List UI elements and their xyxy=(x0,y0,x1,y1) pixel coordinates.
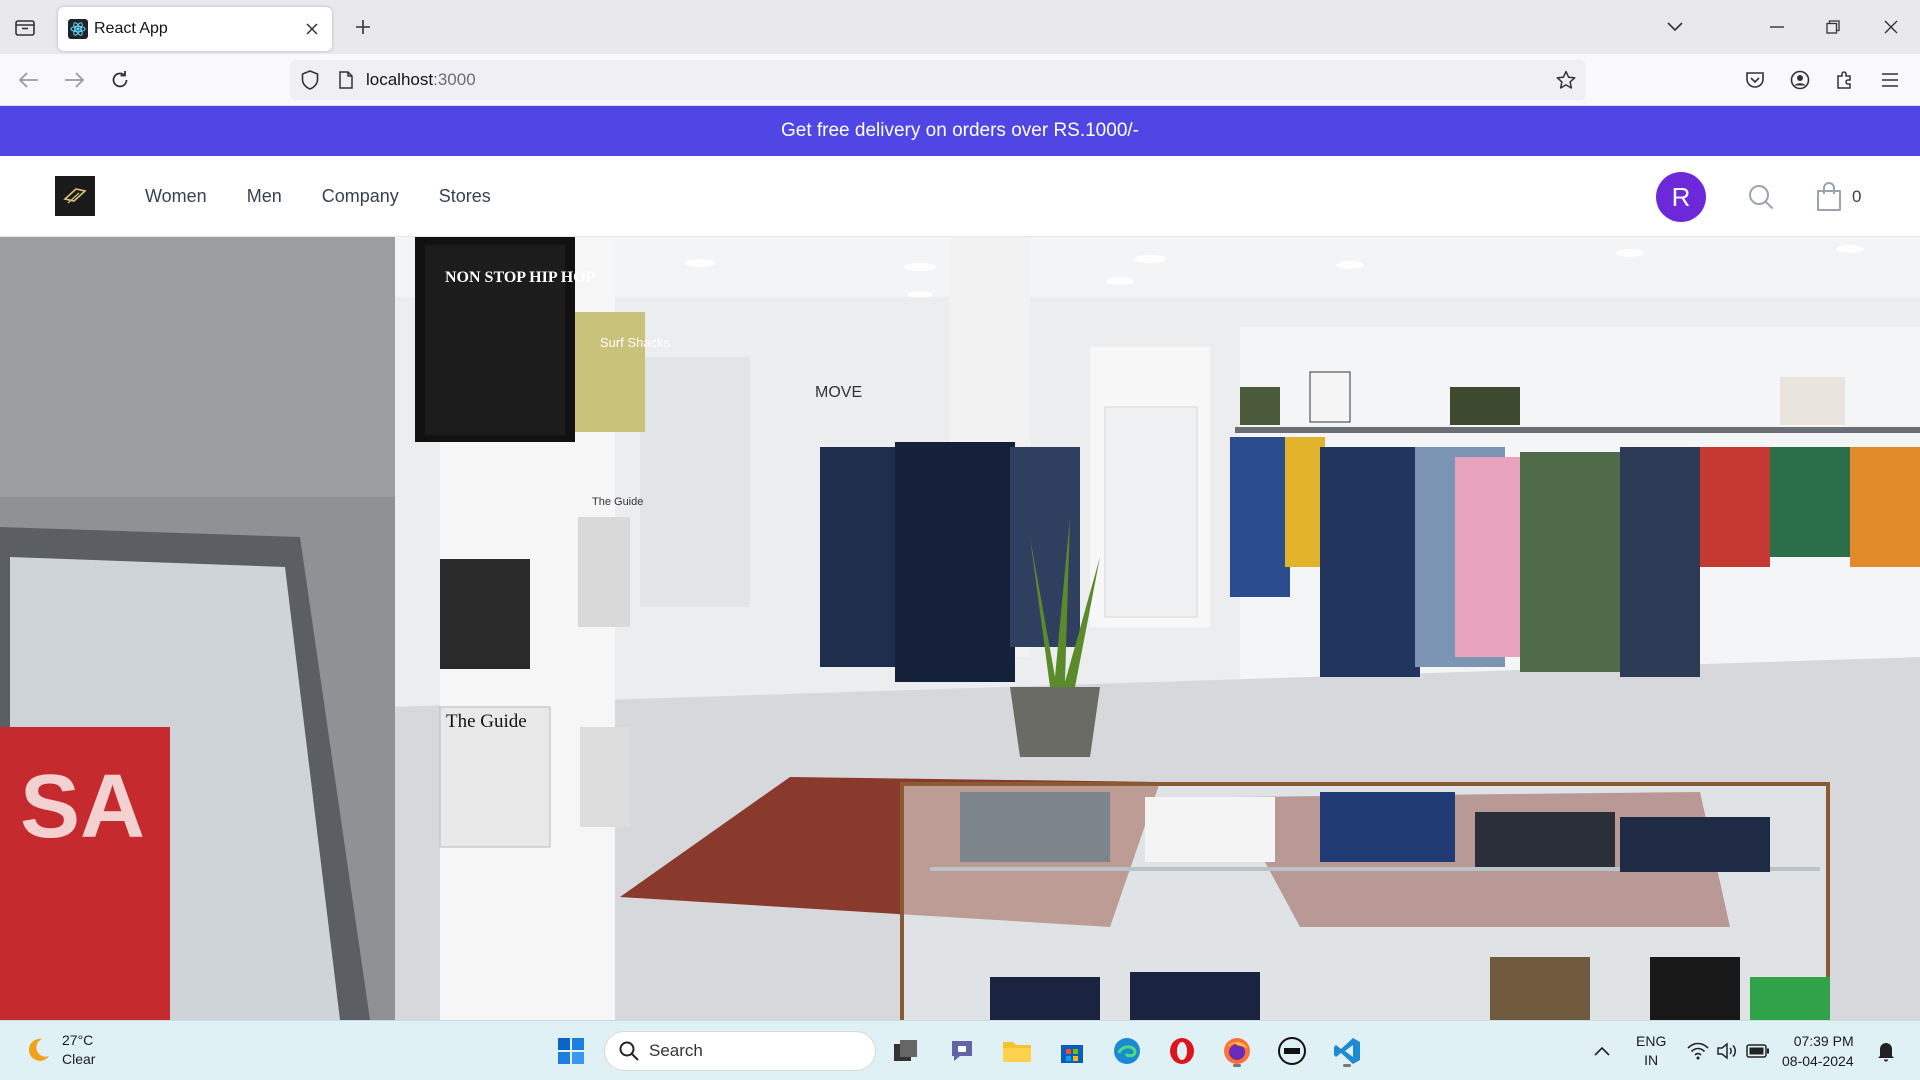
menu-hamburger-icon[interactable] xyxy=(1875,65,1905,95)
browser-tabstrip: React App xyxy=(0,0,1920,54)
sale-sign-text: SA xyxy=(20,757,145,857)
shopping-bag-icon xyxy=(1817,182,1841,211)
hero-store-image: NON STOP HIP HOP Surf Shacks The Guide T… xyxy=(0,237,1920,1020)
minimize-icon[interactable] xyxy=(1762,12,1792,42)
surf-shacks-text: Surf Shacks xyxy=(600,335,671,350)
move-sign-text: MOVE xyxy=(815,384,862,401)
weather-widget[interactable]: 27°C Clear xyxy=(24,1031,95,1069)
weather-temp: 27°C xyxy=(62,1032,94,1048)
windows-start-icon[interactable] xyxy=(553,1033,589,1069)
battery-icon[interactable] xyxy=(1740,1033,1776,1069)
user-avatar[interactable]: R xyxy=(1656,172,1706,222)
address-bar[interactable]: localhost:3000 xyxy=(290,60,1586,100)
dell-icon[interactable] xyxy=(1274,1033,1310,1069)
taskbar: 27°C Clear Search ENG IN 07:39 PM 08-04-… xyxy=(0,1020,1920,1080)
pocket-icon[interactable] xyxy=(1740,65,1770,95)
close-window-icon[interactable] xyxy=(1876,12,1906,42)
account-icon[interactable] xyxy=(1785,65,1815,95)
moon-icon xyxy=(28,1038,49,1061)
bookmark-star-icon[interactable] xyxy=(1554,68,1578,92)
tracking-shield-icon[interactable] xyxy=(298,68,322,92)
page-info-icon[interactable] xyxy=(334,68,358,92)
language-indicator[interactable]: ENG IN xyxy=(1636,1032,1666,1070)
search-icon xyxy=(619,1041,639,1061)
file-explorer-icon[interactable] xyxy=(999,1033,1035,1069)
poster-text: NON STOP HIP HOP xyxy=(445,269,596,286)
tab-close-icon[interactable] xyxy=(302,19,322,39)
list-all-tabs-chevron-icon[interactable] xyxy=(1660,12,1690,42)
clock-time: 07:39 PM xyxy=(1793,1033,1854,1049)
nav-stores[interactable]: Stores xyxy=(439,186,491,207)
show-hidden-icons-chevron-icon[interactable] xyxy=(1584,1033,1620,1069)
search-icon[interactable] xyxy=(1746,182,1776,212)
system-clock[interactable]: 07:39 PM 08-04-2024 xyxy=(1782,1031,1854,1071)
region-code: IN xyxy=(1644,1052,1659,1068)
language-code: ENG xyxy=(1636,1033,1667,1049)
promo-text: Get free delivery on orders over RS.1000… xyxy=(780,120,1139,141)
restore-icon[interactable] xyxy=(1818,12,1848,42)
clock-date: 08-04-2024 xyxy=(1782,1053,1854,1069)
task-view-icon[interactable] xyxy=(888,1033,924,1069)
notification-bell-icon[interactable] xyxy=(1868,1033,1904,1069)
opera-browser-icon[interactable] xyxy=(1164,1033,1200,1069)
brand-logo[interactable] xyxy=(55,176,95,216)
site-header: Women Men Company Stores R 0 xyxy=(0,156,1920,237)
new-tab-icon[interactable] xyxy=(350,14,376,40)
url-text[interactable]: localhost:3000 xyxy=(366,70,476,90)
cart-count: 0 xyxy=(1852,187,1862,206)
cart-button[interactable]: 0 xyxy=(1816,180,1861,214)
tab-list-icon[interactable] xyxy=(12,14,38,40)
microsoft-store-icon[interactable] xyxy=(1054,1033,1090,1069)
browser-tab[interactable]: React App xyxy=(58,7,332,51)
nav-women[interactable]: Women xyxy=(145,186,207,207)
the-guide-text: The Guide xyxy=(446,711,527,732)
running-indicator xyxy=(1343,1064,1351,1067)
taskbar-search-label: Search xyxy=(649,1041,703,1060)
nav-men[interactable]: Men xyxy=(247,186,282,207)
store-interior-illustration: NON STOP HIP HOP Surf Shacks The Guide T… xyxy=(0,237,1920,1020)
main-nav: Women Men Company Stores xyxy=(145,156,491,237)
forward-arrow-icon[interactable] xyxy=(59,65,89,95)
back-arrow-icon[interactable] xyxy=(14,65,44,95)
react-favicon-icon xyxy=(68,19,88,39)
extensions-icon[interactable] xyxy=(1830,65,1860,95)
edge-browser-icon[interactable] xyxy=(1109,1033,1145,1069)
promo-banner: Get free delivery on orders over RS.1000… xyxy=(0,106,1920,156)
teams-chat-icon[interactable] xyxy=(944,1033,980,1069)
tab-title: React App xyxy=(94,20,168,37)
running-indicator xyxy=(1233,1064,1241,1067)
taskbar-search[interactable]: Search xyxy=(604,1031,876,1071)
browser-navbar: localhost:3000 xyxy=(0,54,1920,106)
weather-condition: Clear xyxy=(62,1051,96,1067)
vscode-icon[interactable] xyxy=(1329,1033,1365,1069)
nav-company[interactable]: Company xyxy=(322,186,399,207)
firefox-browser-icon[interactable] xyxy=(1219,1033,1255,1069)
reload-icon[interactable] xyxy=(105,65,135,95)
the-guide-small-text: The Guide xyxy=(592,496,643,508)
